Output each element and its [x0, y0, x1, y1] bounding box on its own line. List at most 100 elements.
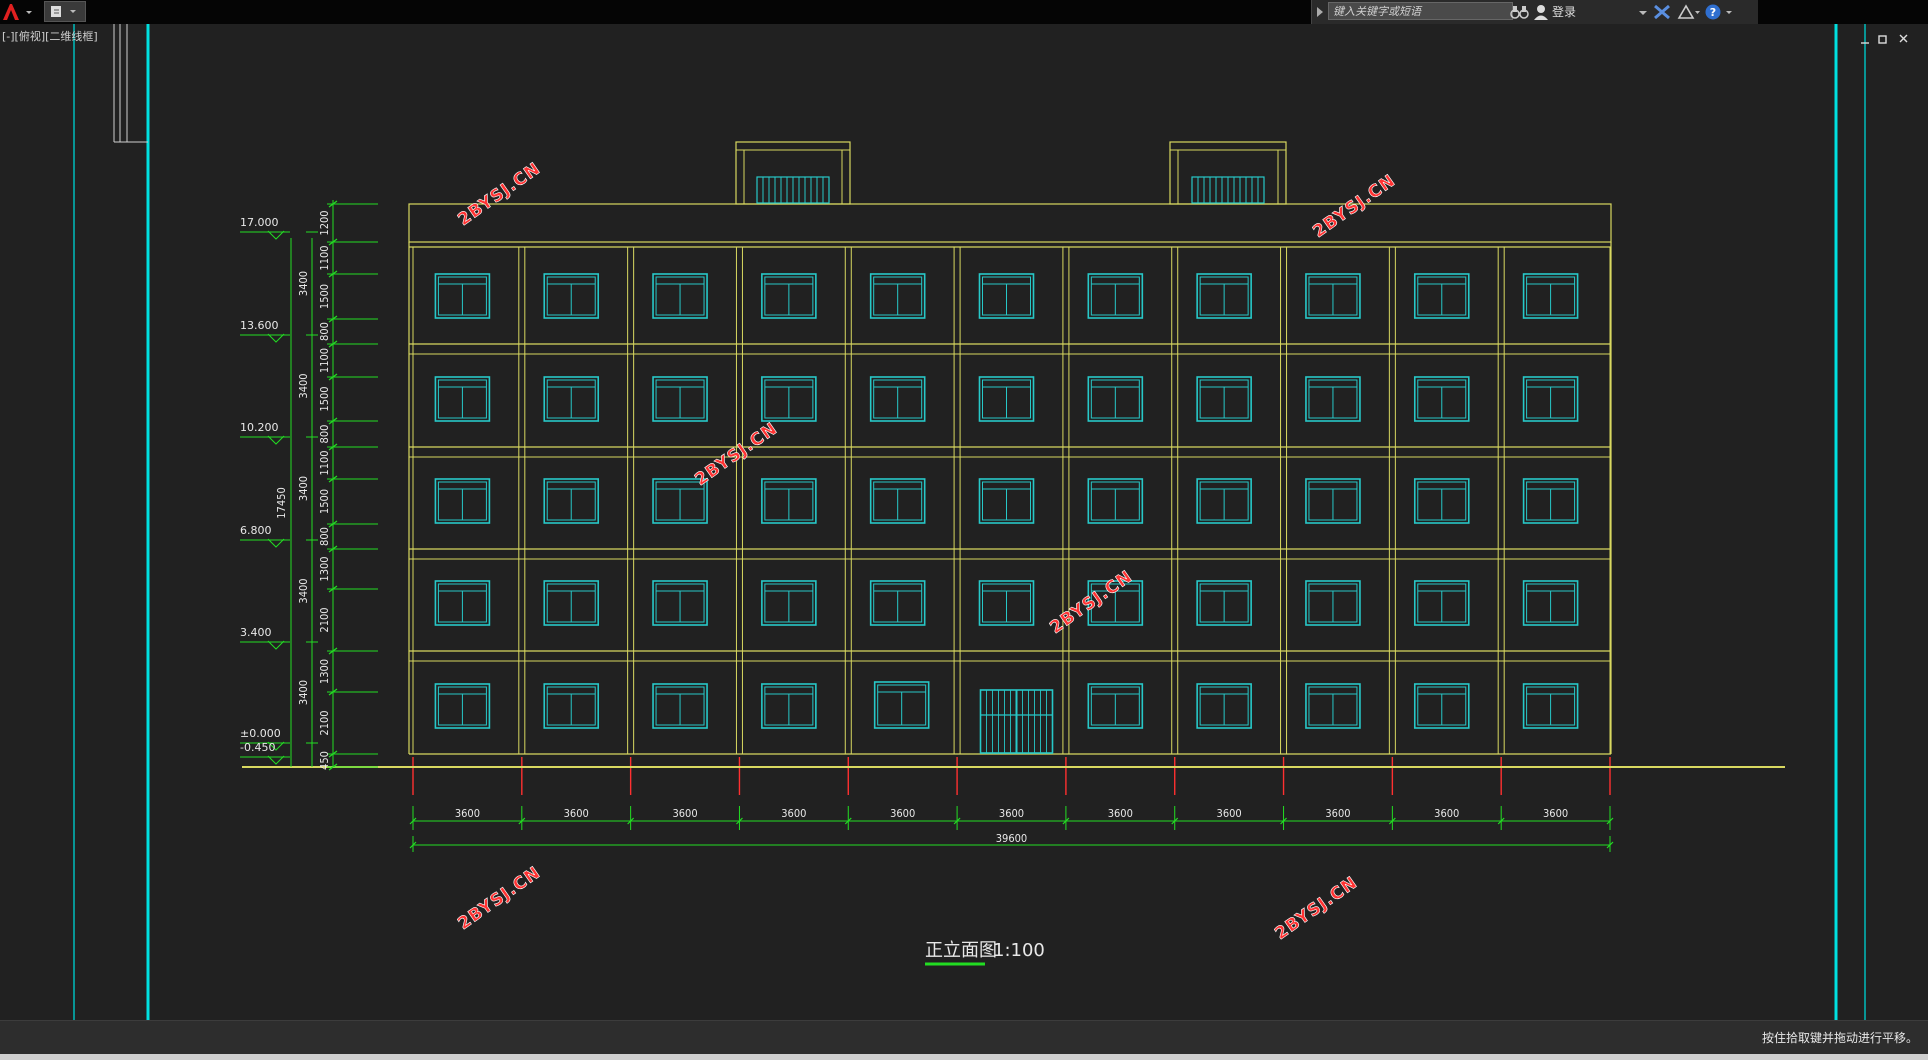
dim-segment: 1100 [318, 245, 331, 270]
dim-bay-width: 3600 [781, 807, 806, 820]
window-bottom-edge [0, 1054, 1928, 1060]
window [1196, 478, 1252, 524]
drawing-scale: 1:100 [993, 940, 1045, 961]
level-label: ±0.000 [240, 727, 281, 740]
window [1305, 273, 1361, 319]
window [543, 478, 600, 524]
window [869, 478, 926, 524]
watermark-text: 2BYSJ.CN [1271, 873, 1361, 944]
dim-bay-width: 3600 [1217, 807, 1242, 820]
window [1305, 376, 1361, 422]
window [1522, 376, 1579, 422]
expand-arrow-icon[interactable] [1315, 6, 1325, 18]
window [434, 580, 491, 626]
window [652, 376, 708, 422]
restore-icon [1878, 35, 1887, 44]
status-bar: 按住拾取键并拖动进行平移。 [0, 1020, 1928, 1055]
parapet [408, 203, 1612, 243]
window [1196, 580, 1252, 626]
dim-segment: 800 [318, 527, 331, 546]
drawing-canvas[interactable]: 17.000 13.600 10.200 6.800 3.400 ±0.000-0.450… [0, 24, 1928, 1020]
level-label: 10.200 [240, 421, 279, 434]
watermark-group: 2BYSJ.CN 2BYSJ.CN 2BYSJ.CN 2BYSJ.CN 2BYSJ.CN… [454, 158, 1400, 944]
user-icon [1534, 5, 1548, 20]
level-label: 3.400 [240, 626, 272, 639]
binoculars-icon[interactable] [1510, 4, 1530, 20]
window [761, 580, 817, 626]
viewport-controls[interactable] [1861, 34, 1908, 44]
level-label: 13.600 [240, 319, 279, 332]
search-input[interactable]: 键入关键字或短语 [1328, 2, 1513, 20]
window [1413, 376, 1470, 422]
status-message: 按住拾取键并拖动进行平移。 [1761, 1031, 1918, 1045]
dim-segment: 1100 [318, 450, 331, 475]
dim-segment: 800 [318, 322, 331, 341]
window [978, 273, 1035, 319]
exchange-icon[interactable] [1653, 4, 1671, 20]
dim-segment: 450 [318, 751, 331, 770]
window [434, 683, 491, 729]
chevron-down-icon[interactable] [1638, 10, 1648, 16]
window [1522, 273, 1579, 319]
dim-bay-width: 3600 [672, 807, 697, 820]
dim-bay-width: 3600 [999, 807, 1024, 820]
window-group [434, 176, 1579, 754]
dim-segment: 1300 [318, 556, 331, 581]
autodesk-app-icon[interactable] [1677, 4, 1701, 20]
dim-total-width: 39600 [996, 832, 1027, 845]
dim-floor-height: 3400 [297, 578, 310, 603]
autocad-logo-icon [3, 4, 32, 20]
watermark-text: 2BYSJ.CN [1309, 171, 1399, 242]
viewport-controls-label[interactable]: [-][俯视][二维线框] [2, 28, 98, 44]
dim-bay-width: 3600 [1108, 807, 1133, 820]
window [1305, 580, 1361, 626]
help-icon[interactable]: ? [1704, 3, 1736, 21]
window [978, 580, 1035, 626]
dim-segment: 1300 [318, 659, 331, 684]
window [1196, 683, 1252, 729]
window [869, 273, 926, 319]
dim-bay-width: 3600 [890, 807, 915, 820]
window [652, 273, 708, 319]
dim-segment: 800 [318, 425, 331, 444]
watermark-text: 2BYSJ.CN [1046, 567, 1136, 638]
dim-bay-width: 3600 [455, 807, 480, 820]
window [869, 580, 926, 626]
window [543, 273, 600, 319]
dim-segment: 2100 [318, 607, 331, 632]
window [1087, 683, 1144, 729]
window [1413, 580, 1470, 626]
window [434, 376, 491, 422]
window [1522, 683, 1579, 729]
title-block-fragment [113, 24, 148, 143]
window [1413, 478, 1470, 524]
dim-segment: 1500 [318, 489, 331, 514]
dim-floor-height: 3400 [297, 476, 310, 501]
window [978, 478, 1035, 524]
window [761, 376, 817, 422]
window [434, 273, 491, 319]
dim-bay-width: 3600 [1325, 807, 1350, 820]
window [1413, 683, 1470, 729]
dim-floor-height: 3400 [297, 373, 310, 398]
window [543, 683, 600, 729]
login-button[interactable]: 登录 [1552, 0, 1576, 24]
window [869, 376, 926, 422]
dim-segment: 2100 [318, 710, 331, 735]
title-bar: 键入关键字或短语 登录 ? [0, 0, 1928, 24]
dim-segment: 1500 [318, 386, 331, 411]
application-menu-button[interactable] [0, 0, 42, 24]
dim-total-height: 17450 [275, 487, 288, 518]
dim-segment: 1200 [318, 210, 331, 235]
quick-access-toolbar[interactable] [44, 1, 86, 22]
dim-bay-width: 3600 [1434, 807, 1459, 820]
window [1305, 683, 1361, 729]
close-icon [1899, 34, 1908, 43]
window [1087, 478, 1144, 524]
window [1087, 273, 1144, 319]
window [1305, 478, 1361, 524]
window [1522, 580, 1579, 626]
window [1196, 376, 1252, 422]
document-icon [51, 6, 76, 17]
window [1196, 273, 1252, 319]
